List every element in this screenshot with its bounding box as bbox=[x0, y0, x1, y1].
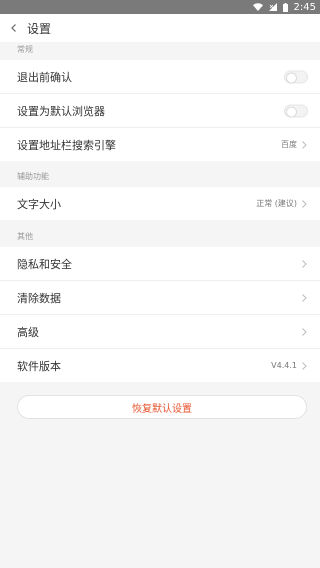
advanced-label: 高级 bbox=[17, 325, 39, 339]
chevron-right-icon bbox=[302, 140, 307, 149]
toggle-knob bbox=[286, 72, 297, 83]
chevron-right-icon bbox=[302, 327, 307, 336]
text-size-value: 正常 (建议) bbox=[256, 199, 297, 208]
wifi-icon bbox=[252, 3, 263, 11]
general-settings-group: 退出前确认 设置为默认浏览器 设置地址栏搜索引擎 百度 bbox=[0, 60, 320, 161]
section-title-other: 其他 bbox=[17, 232, 33, 241]
search-engine-label: 设置地址栏搜索引擎 bbox=[17, 138, 116, 152]
clear-data-label: 清除数据 bbox=[17, 291, 61, 305]
advanced-row[interactable]: 高级 bbox=[0, 314, 320, 348]
status-bar: 2:45 bbox=[0, 0, 320, 14]
app-header: 设置 bbox=[0, 14, 320, 42]
chevron-right-icon bbox=[302, 259, 307, 268]
exit-confirm-row[interactable]: 退出前确认 bbox=[0, 60, 320, 93]
page-title: 设置 bbox=[27, 21, 52, 36]
chevron-right-icon bbox=[302, 199, 307, 208]
reset-defaults-button[interactable]: 恢复默认设置 bbox=[17, 395, 307, 419]
status-time: 2:45 bbox=[293, 1, 316, 13]
toggle-knob bbox=[286, 106, 297, 117]
privacy-security-row[interactable]: 隐私和安全 bbox=[0, 247, 320, 280]
signal-icon bbox=[268, 3, 277, 11]
other-settings-group: 隐私和安全 清除数据 高级 软件版本 V4.4.1 bbox=[0, 247, 320, 382]
software-version-value: V4.4.1 bbox=[271, 361, 297, 370]
software-version-row[interactable]: 软件版本 V4.4.1 bbox=[0, 348, 320, 382]
exit-confirm-label: 退出前确认 bbox=[17, 70, 72, 84]
reset-defaults-label: 恢复默认设置 bbox=[132, 403, 192, 415]
text-size-label: 文字大小 bbox=[17, 197, 61, 211]
privacy-security-label: 隐私和安全 bbox=[17, 257, 72, 271]
default-browser-row[interactable]: 设置为默认浏览器 bbox=[0, 93, 320, 127]
search-engine-row[interactable]: 设置地址栏搜索引擎 百度 bbox=[0, 127, 320, 161]
section-title-accessibility: 辅助功能 bbox=[17, 172, 49, 181]
chevron-right-icon bbox=[302, 293, 307, 302]
software-version-label: 软件版本 bbox=[17, 359, 61, 373]
default-browser-label: 设置为默认浏览器 bbox=[17, 104, 105, 118]
section-title-general: 常规 bbox=[17, 45, 33, 54]
exit-confirm-toggle[interactable] bbox=[284, 70, 308, 83]
clear-data-row[interactable]: 清除数据 bbox=[0, 280, 320, 314]
text-size-row[interactable]: 文字大小 正常 (建议) bbox=[0, 187, 320, 220]
accessibility-group: 文字大小 正常 (建议) bbox=[0, 187, 320, 220]
back-arrow-icon[interactable] bbox=[9, 23, 19, 33]
battery-icon bbox=[282, 2, 288, 12]
default-browser-toggle[interactable] bbox=[284, 104, 308, 117]
search-engine-value: 百度 bbox=[281, 140, 297, 149]
chevron-right-icon bbox=[302, 361, 307, 370]
